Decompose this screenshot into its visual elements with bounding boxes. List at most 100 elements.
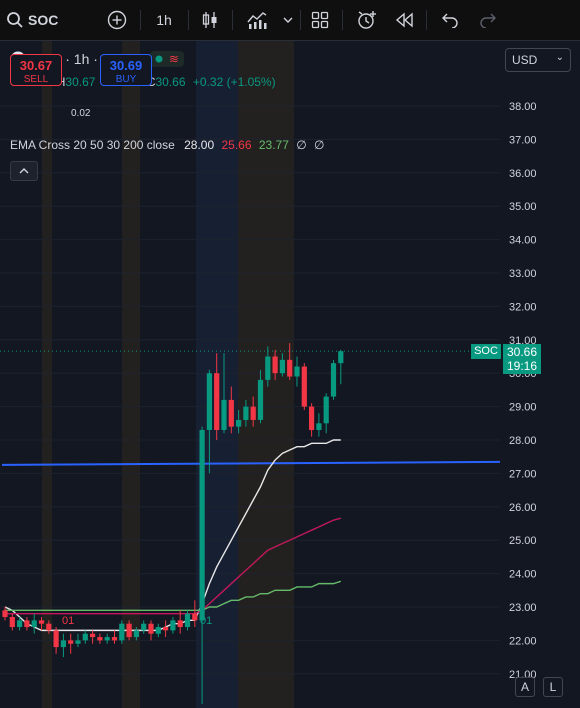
candle-body[interactable] [184,613,191,628]
candle-body[interactable] [133,630,139,638]
chart-type-button[interactable] [198,0,222,40]
candle-body[interactable] [75,640,81,644]
symbol-label: SOC [28,12,59,28]
candle-body[interactable] [199,429,205,621]
candle-body[interactable] [228,399,234,427]
alert-icon [358,11,376,29]
y-axis-tick-label: 22.00 [509,635,537,647]
candle-body[interactable] [192,613,198,621]
candle-body[interactable] [272,356,278,374]
candle-body[interactable] [155,627,161,634]
candle-body[interactable] [287,359,293,377]
indicator-legend[interactable]: EMA Cross 20 50 30 200 close 28.00 25.66… [10,138,324,152]
compare-symbol-button[interactable] [104,0,130,40]
candle-body[interactable] [294,366,300,377]
top-toolbar: SOC 1h [0,0,580,41]
candle-body[interactable] [141,623,147,631]
candle-body[interactable] [46,623,52,631]
y-axis-tick-label: 36.00 [509,168,537,180]
market-status-badge[interactable]: ≋ [149,51,184,67]
y-axis-tick-label: 35.00 [509,201,537,213]
y-axis-tick-label: 25.00 [509,535,537,547]
candle-body[interactable] [82,633,88,641]
candle-body[interactable] [104,637,110,641]
candle-body[interactable] [323,396,329,424]
search-icon [7,12,23,28]
alert-button[interactable] [354,0,380,40]
currency-select[interactable]: USD ⌄ [505,48,571,72]
candle-body[interactable] [206,373,212,430]
high-value: 30.67 [65,75,96,89]
candle-body[interactable] [148,623,154,634]
y-axis-tick-label: 38.00 [509,101,537,113]
candle-body[interactable] [38,620,45,624]
indicator-name: EMA Cross 20 50 30 200 close [10,138,175,152]
toolbar-divider [188,10,189,30]
candle-body[interactable] [214,373,220,430]
toolbar-divider [426,10,427,30]
candle-body[interactable] [236,419,242,427]
y-axis-tick-label: 37.00 [509,134,537,146]
symbol-search-button[interactable]: SOC [6,0,62,40]
redo-button[interactable] [476,0,500,40]
buy-price: 30.69 [109,58,143,73]
candle-body[interactable] [90,633,96,638]
y-axis-tick-label: 23.00 [509,602,537,614]
candle-body[interactable] [309,406,315,430]
close-value: 30.66 [155,75,186,89]
buy-label: BUY [115,74,137,85]
candle-body[interactable] [119,623,125,641]
candle-body[interactable] [60,640,66,648]
candle-body[interactable] [111,637,118,641]
layout-button[interactable] [308,0,332,40]
buy-button[interactable]: 30.69 BUY [100,54,152,86]
candle-body[interactable] [177,620,183,628]
candle-body[interactable] [170,620,176,631]
toolbar-divider [342,10,343,30]
y-axis-tick-label: 29.00 [509,402,537,414]
candle-body[interactable] [338,351,344,364]
candle-body[interactable] [24,620,30,628]
auto-scale-button[interactable]: A [515,677,535,697]
candle-body[interactable] [97,637,103,641]
candle-body[interactable] [126,623,132,638]
undo-button[interactable] [438,0,462,40]
candle-body[interactable] [265,356,271,380]
candle-body[interactable] [330,363,337,397]
candle-body[interactable] [163,627,169,631]
indicators-icon [247,12,267,29]
candle-body[interactable] [221,399,227,430]
y-axis-tick-label: 27.00 [509,468,537,480]
candle-body[interactable] [2,610,8,618]
undo-icon [442,13,458,28]
collapse-legend-button[interactable] [10,161,38,181]
indicators-button[interactable] [244,0,270,40]
y-axis-tick-label: 26.00 [509,502,537,514]
y-axis-tick-label: 24.00 [509,569,537,581]
market-open-icon [155,55,163,63]
interval-button[interactable]: 1h [150,0,178,40]
marker-label: 01 [200,615,213,627]
chevron-up-icon [19,168,29,174]
candle-body[interactable] [316,423,322,430]
candle-body[interactable] [17,620,23,628]
candle-body[interactable] [301,366,307,407]
candle-body[interactable] [68,640,74,644]
candle-body[interactable] [53,630,59,648]
sell-button[interactable]: 30.67 SELL [10,54,62,86]
candle-body[interactable] [243,406,249,420]
replay-button[interactable] [393,0,417,40]
add-symbol-icon [107,10,127,30]
candle-body[interactable] [257,379,264,420]
candle-body[interactable] [9,617,15,628]
symbol-price-tag: SOC [471,344,501,359]
candle-body[interactable] [250,406,256,420]
indicators-menu-button[interactable] [280,0,296,40]
candle-body[interactable] [31,620,37,628]
toolbar-divider [232,10,233,30]
chevron-down-icon: ⌄ [555,52,564,63]
toolbar-divider [300,10,301,30]
candle-body[interactable] [279,359,285,374]
log-scale-button[interactable]: L [543,677,563,697]
spread-value: 0.02 [71,108,91,119]
